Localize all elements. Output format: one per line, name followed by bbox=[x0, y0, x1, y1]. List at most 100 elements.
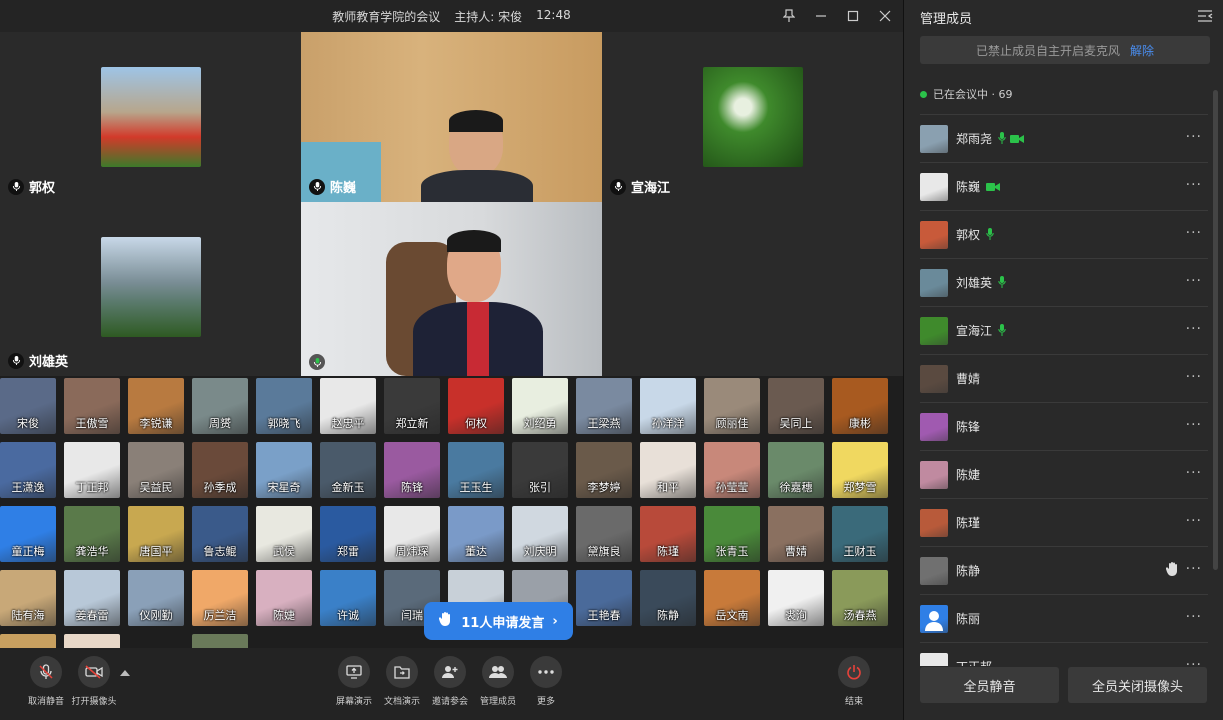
participant-thumbnail[interactable]: 顾丽佳 bbox=[704, 378, 760, 434]
member-row[interactable]: 陈婕 ··· bbox=[920, 450, 1208, 498]
video-tile[interactable]: 刘雄英 bbox=[0, 202, 301, 376]
member-row[interactable]: 陈巍 ··· bbox=[920, 162, 1208, 210]
participant-thumbnail[interactable]: 裘洵 bbox=[768, 570, 824, 626]
member-more-icon[interactable]: ··· bbox=[1186, 465, 1202, 481]
participant-thumbnail[interactable]: 王艳春 bbox=[576, 570, 632, 626]
member-row[interactable]: 宣海江 ··· bbox=[920, 306, 1208, 354]
raised-hand-icon[interactable] bbox=[1165, 561, 1180, 577]
participant-thumbnail[interactable]: 黛旗良 bbox=[576, 506, 632, 562]
member-more-icon[interactable]: ··· bbox=[1186, 177, 1202, 193]
member-row[interactable]: 郭权 ··· bbox=[920, 210, 1208, 258]
participant-thumbnail[interactable]: 金新玉 bbox=[320, 442, 376, 498]
member-more-icon[interactable]: ··· bbox=[1186, 225, 1202, 241]
member-more-icon[interactable]: ··· bbox=[1186, 657, 1202, 666]
participant-thumbnail[interactable]: 李梦婷 bbox=[576, 442, 632, 498]
mic-on-icon[interactable] bbox=[998, 273, 1006, 292]
participant-thumbnail[interactable]: 周炜琛 bbox=[384, 506, 440, 562]
participant-thumbnail[interactable]: 王潇逸 bbox=[0, 442, 56, 498]
member-row[interactable]: 陈瑾 ··· bbox=[920, 498, 1208, 546]
participant-thumbnail[interactable]: 康彬 bbox=[832, 378, 888, 434]
turn-off-all-cameras-button[interactable]: 全员关闭摄像头 bbox=[1068, 667, 1207, 703]
member-row[interactable]: 陈锋 ··· bbox=[920, 402, 1208, 450]
raise-hand-requests-button[interactable]: 11人申请发言 › bbox=[424, 602, 573, 640]
mic-on-icon[interactable] bbox=[998, 321, 1006, 340]
caret-up-icon[interactable] bbox=[120, 670, 130, 676]
participant-thumbnail[interactable]: 周赟 bbox=[192, 378, 248, 434]
member-more-icon[interactable]: ··· bbox=[1186, 369, 1202, 385]
member-row[interactable]: 陈丽 ··· bbox=[920, 594, 1208, 642]
participant-thumbnail[interactable]: 吴同上 bbox=[768, 378, 824, 434]
participant-thumbnail[interactable]: 陈锋 bbox=[384, 442, 440, 498]
minimize-icon[interactable] bbox=[809, 4, 833, 28]
participant-thumbnail[interactable]: 唐国平 bbox=[128, 506, 184, 562]
participant-thumbnail[interactable]: 陈婕 bbox=[256, 570, 312, 626]
participant-thumbnail[interactable]: 徐嘉穗 bbox=[768, 442, 824, 498]
maximize-icon[interactable] bbox=[841, 4, 865, 28]
mic-on-icon[interactable] bbox=[998, 129, 1006, 148]
participant-thumbnail[interactable]: 汤春燕 bbox=[832, 570, 888, 626]
participant-thumbnail[interactable]: 曹婧 bbox=[768, 506, 824, 562]
pin-icon[interactable] bbox=[777, 4, 801, 28]
video-tile[interactable]: 陈巍 bbox=[301, 32, 602, 202]
participant-thumbnail[interactable]: 孙莹莹 bbox=[704, 442, 760, 498]
participant-thumbnail[interactable]: 郑梦雪 bbox=[832, 442, 888, 498]
participant-thumbnail[interactable]: 陈瑾 bbox=[640, 506, 696, 562]
mic-on-icon[interactable] bbox=[986, 225, 994, 244]
participant-thumbnail[interactable]: 张引 bbox=[512, 442, 568, 498]
camera-on-icon[interactable] bbox=[986, 177, 1001, 196]
member-more-icon[interactable]: ··· bbox=[1186, 129, 1202, 145]
participant-thumbnail[interactable]: 厉兰洁 bbox=[192, 570, 248, 626]
participant-thumbnail[interactable]: 陆有海 bbox=[0, 570, 56, 626]
mute-all-button[interactable]: 全员静音 bbox=[920, 667, 1059, 703]
participant-thumbnail[interactable]: 张青玉 bbox=[704, 506, 760, 562]
participant-thumbnail[interactable]: 吴益民 bbox=[128, 442, 184, 498]
participant-thumbnail[interactable]: 武侯 bbox=[256, 506, 312, 562]
participant-thumbnail[interactable]: 王傲雪 bbox=[64, 378, 120, 434]
participant-thumbnail[interactable]: 孙洋洋 bbox=[640, 378, 696, 434]
participant-thumbnail[interactable]: 郭晓飞 bbox=[256, 378, 312, 434]
lift-restriction-link[interactable]: 解除 bbox=[1130, 42, 1154, 59]
participant-thumbnail[interactable]: 宋星奇 bbox=[256, 442, 312, 498]
participant-thumbnail[interactable]: 龚浩华 bbox=[64, 506, 120, 562]
member-more-icon[interactable]: ··· bbox=[1186, 609, 1202, 625]
video-tile[interactable]: 郭权 bbox=[0, 32, 301, 202]
participant-thumbnail[interactable]: 丁正邦 bbox=[64, 442, 120, 498]
participant-thumbnail[interactable]: 赵忠平 bbox=[320, 378, 376, 434]
member-more-icon[interactable]: ··· bbox=[1186, 417, 1202, 433]
participant-thumbnail[interactable]: 宋俊 bbox=[0, 378, 56, 434]
member-list-scrollbar[interactable] bbox=[1213, 90, 1218, 570]
member-row[interactable]: 曹婧 ··· bbox=[920, 354, 1208, 402]
participant-thumbnail[interactable]: 董达 bbox=[448, 506, 504, 562]
participant-thumbnail[interactable]: 鲁志鲲 bbox=[192, 506, 248, 562]
member-more-icon[interactable]: ··· bbox=[1186, 513, 1202, 529]
member-more-icon[interactable]: ··· bbox=[1186, 561, 1202, 577]
participant-thumbnail[interactable]: 童正梅 bbox=[0, 506, 56, 562]
member-row[interactable]: 刘雄英 ··· bbox=[920, 258, 1208, 306]
participant-thumbnail[interactable]: 郑雷 bbox=[320, 506, 376, 562]
participant-thumbnail[interactable]: 许诚 bbox=[320, 570, 376, 626]
member-more-icon[interactable]: ··· bbox=[1186, 321, 1202, 337]
participant-thumbnail[interactable]: 刘绍勇 bbox=[512, 378, 568, 434]
open-camera-button[interactable]: 打开摄像头 bbox=[66, 656, 122, 707]
participant-thumbnail[interactable] bbox=[192, 634, 248, 648]
camera-on-icon[interactable] bbox=[1010, 129, 1025, 148]
collapse-panel-icon[interactable] bbox=[1197, 8, 1213, 24]
video-tile[interactable] bbox=[301, 202, 602, 376]
participant-thumbnail[interactable]: 刘庆明 bbox=[512, 506, 568, 562]
participant-thumbnail[interactable]: 仪刚勤 bbox=[128, 570, 184, 626]
participant-thumbnail[interactable]: 陈静 bbox=[640, 570, 696, 626]
participant-thumbnail[interactable]: 李锐谦 bbox=[128, 378, 184, 434]
participant-thumbnail[interactable]: 姜春雷 bbox=[64, 570, 120, 626]
participant-thumbnail[interactable]: 何权 bbox=[448, 378, 504, 434]
participant-thumbnail[interactable]: 王梁燕 bbox=[576, 378, 632, 434]
member-row[interactable]: 陈静 ··· bbox=[920, 546, 1208, 594]
more-button[interactable]: 更多 bbox=[518, 656, 574, 707]
member-row[interactable]: 丁正邦 ··· bbox=[920, 642, 1208, 666]
participant-thumbnail[interactable] bbox=[64, 634, 120, 648]
participant-thumbnail[interactable]: 王玉生 bbox=[448, 442, 504, 498]
participant-thumbnail[interactable]: 岳文南 bbox=[704, 570, 760, 626]
participant-thumbnail[interactable] bbox=[0, 634, 56, 648]
participant-thumbnail[interactable]: 和平 bbox=[640, 442, 696, 498]
member-row[interactable]: 郑雨尧 ··· bbox=[920, 114, 1208, 162]
member-more-icon[interactable]: ··· bbox=[1186, 273, 1202, 289]
